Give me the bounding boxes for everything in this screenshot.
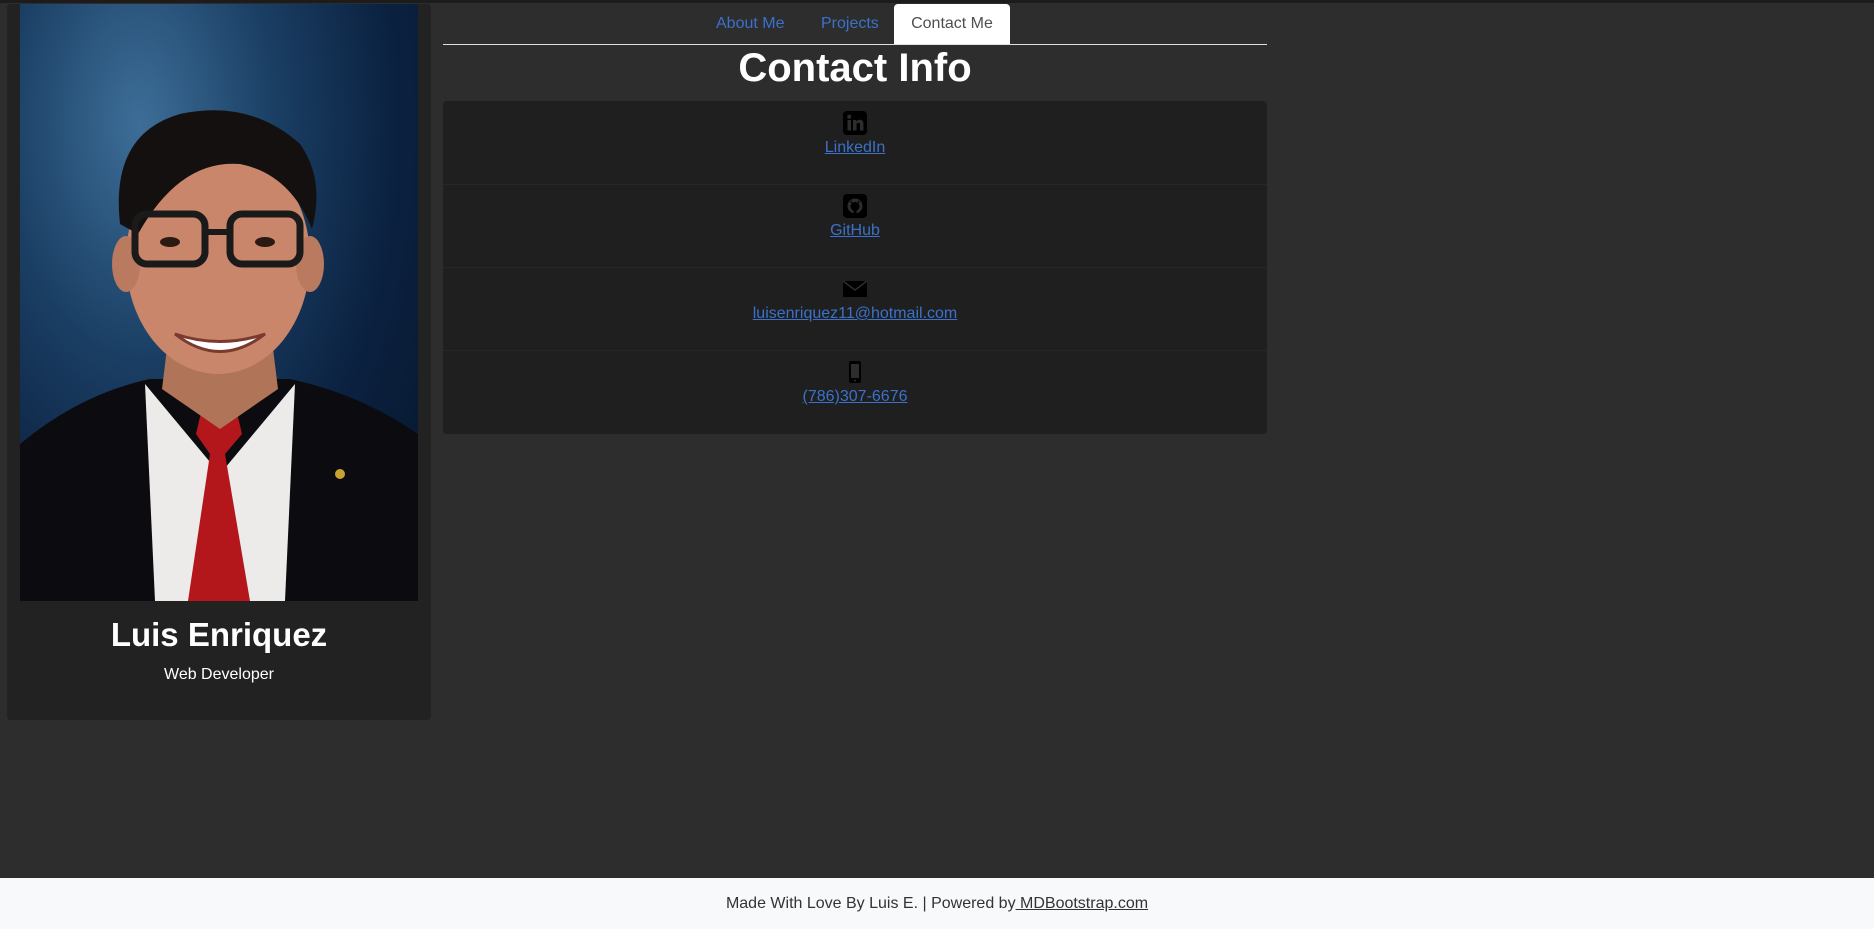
linkedin-icon (843, 111, 867, 135)
contact-list: LinkedIn GitHub luisenriquez11@hotmail.c… (443, 101, 1267, 434)
linkedin-link[interactable]: LinkedIn (443, 139, 1267, 157)
footer: Made With Love By Luis E. | Powered by M… (0, 878, 1874, 929)
footer-text: Made With Love By Luis E. | Powered by (725, 895, 1016, 912)
github-icon (843, 194, 867, 218)
mdbootstrap-link[interactable]: MDBootstrap.com (1016, 895, 1148, 912)
profile-photo (20, 4, 418, 601)
top-border (0, 0, 1874, 3)
profile-photo-illustration (20, 110, 418, 601)
tab-contact-me[interactable]: Contact Me (894, 4, 1010, 44)
profile-role: Web Developer (164, 666, 274, 683)
list-item: LinkedIn (443, 101, 1267, 185)
email-link[interactable]: luisenriquez11@hotmail.com (443, 305, 1267, 323)
tab-about-me[interactable]: About Me (716, 4, 784, 44)
list-item: GitHub (443, 184, 1267, 268)
phone-link[interactable]: (786)307-6676 (443, 388, 1267, 406)
page-title: Contact Info (738, 46, 972, 90)
envelope-icon (843, 280, 867, 297)
profile-name: Luis Enriquez (110, 616, 328, 653)
nav-tabs: About Me Projects Contact Me (443, 4, 1267, 45)
profile-card: Luis Enriquez Web Developer (7, 4, 431, 720)
list-item: luisenriquez11@hotmail.com (443, 267, 1267, 351)
tab-projects[interactable]: Projects (821, 4, 879, 44)
github-link[interactable]: GitHub (443, 222, 1267, 240)
phone-icon (849, 361, 861, 383)
list-item: (786)307-6676 (443, 350, 1267, 433)
